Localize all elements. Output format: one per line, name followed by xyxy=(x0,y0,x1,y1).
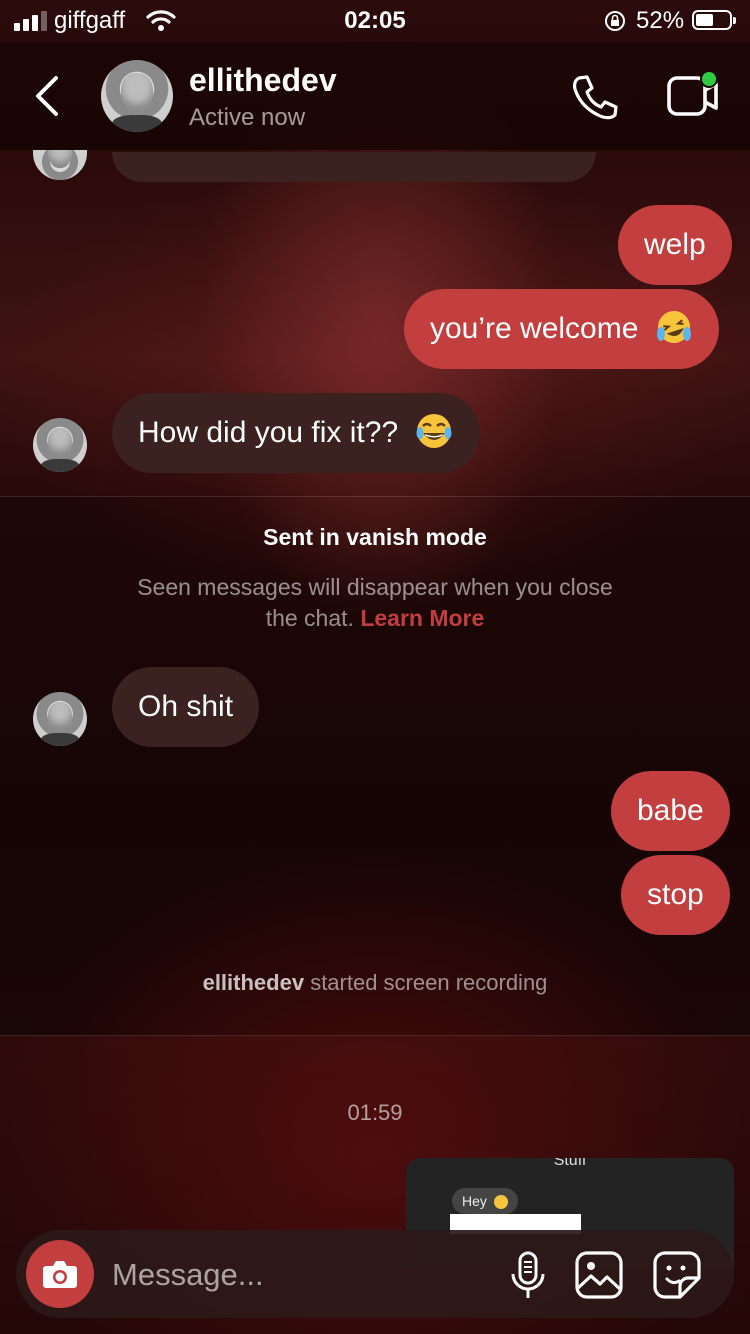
preview-message-bubble: Hey xyxy=(452,1188,518,1214)
message-text: you’re welcome xyxy=(430,312,639,345)
screen-recording-notice: ellithedev started screen recording xyxy=(0,970,750,996)
contact-username[interactable]: ellithedev xyxy=(189,62,337,99)
camera-icon xyxy=(43,1261,77,1288)
avatar[interactable] xyxy=(101,60,173,132)
preview-message-text: Hey xyxy=(462,1193,487,1209)
preview-title: Stuff xyxy=(553,1158,587,1169)
contact-status: Active now xyxy=(189,104,306,131)
avatar[interactable] xyxy=(33,692,87,746)
message-text: babe xyxy=(637,794,704,827)
message-text: Oh shit xyxy=(138,690,234,723)
chat-header: ellithedev Active now xyxy=(0,42,750,150)
message-bubble-received[interactable]: Oh shit xyxy=(112,667,260,747)
system-message-text: started screen recording xyxy=(310,970,548,995)
message-timestamp: 01:59 xyxy=(347,1100,403,1125)
vanish-mode-title: Sent in vanish mode xyxy=(263,524,487,550)
system-message-user: ellithedev xyxy=(202,970,305,995)
phone-icon[interactable] xyxy=(570,72,620,122)
battery-percentage: 52% xyxy=(636,7,685,34)
message-text: How did you fix it?? xyxy=(138,416,399,449)
joy-emoji-icon xyxy=(416,414,452,449)
message-bubble-sent[interactable]: babe xyxy=(611,771,730,851)
camera-button[interactable] xyxy=(26,1240,94,1308)
message-text: welp xyxy=(644,228,706,261)
divider xyxy=(0,496,750,497)
message-bubble-sent[interactable]: you’re welcome xyxy=(404,289,719,369)
divider xyxy=(0,1035,750,1036)
orientation-lock-icon xyxy=(605,11,625,31)
message-bubble-received[interactable]: How did you fix it?? xyxy=(112,393,481,473)
video-camera-icon[interactable] xyxy=(666,70,722,120)
chevron-left-icon[interactable] xyxy=(32,74,64,118)
message-text: stop xyxy=(647,878,704,911)
message-bubble-sent[interactable]: welp xyxy=(618,205,732,285)
microphone-icon[interactable] xyxy=(504,1250,552,1302)
message-composer xyxy=(16,1230,734,1318)
vanish-mode-description: Seen messages will disappear when you cl… xyxy=(135,572,615,634)
learn-more-link[interactable]: Learn More xyxy=(360,605,484,631)
status-bar: giffgaff 02:05 52% xyxy=(0,0,750,42)
heart-eyes-emoji-icon xyxy=(493,1195,508,1210)
crying-laughing-emoji-icon xyxy=(656,311,691,344)
message-bubble-sent[interactable]: stop xyxy=(621,855,730,935)
online-indicator xyxy=(700,70,718,88)
avatar[interactable] xyxy=(33,418,87,472)
message-input[interactable] xyxy=(110,1252,414,1298)
message-bubble-received[interactable] xyxy=(112,152,596,182)
image-icon[interactable] xyxy=(574,1250,624,1300)
sticker-icon[interactable] xyxy=(652,1250,702,1300)
battery-icon xyxy=(692,10,736,30)
